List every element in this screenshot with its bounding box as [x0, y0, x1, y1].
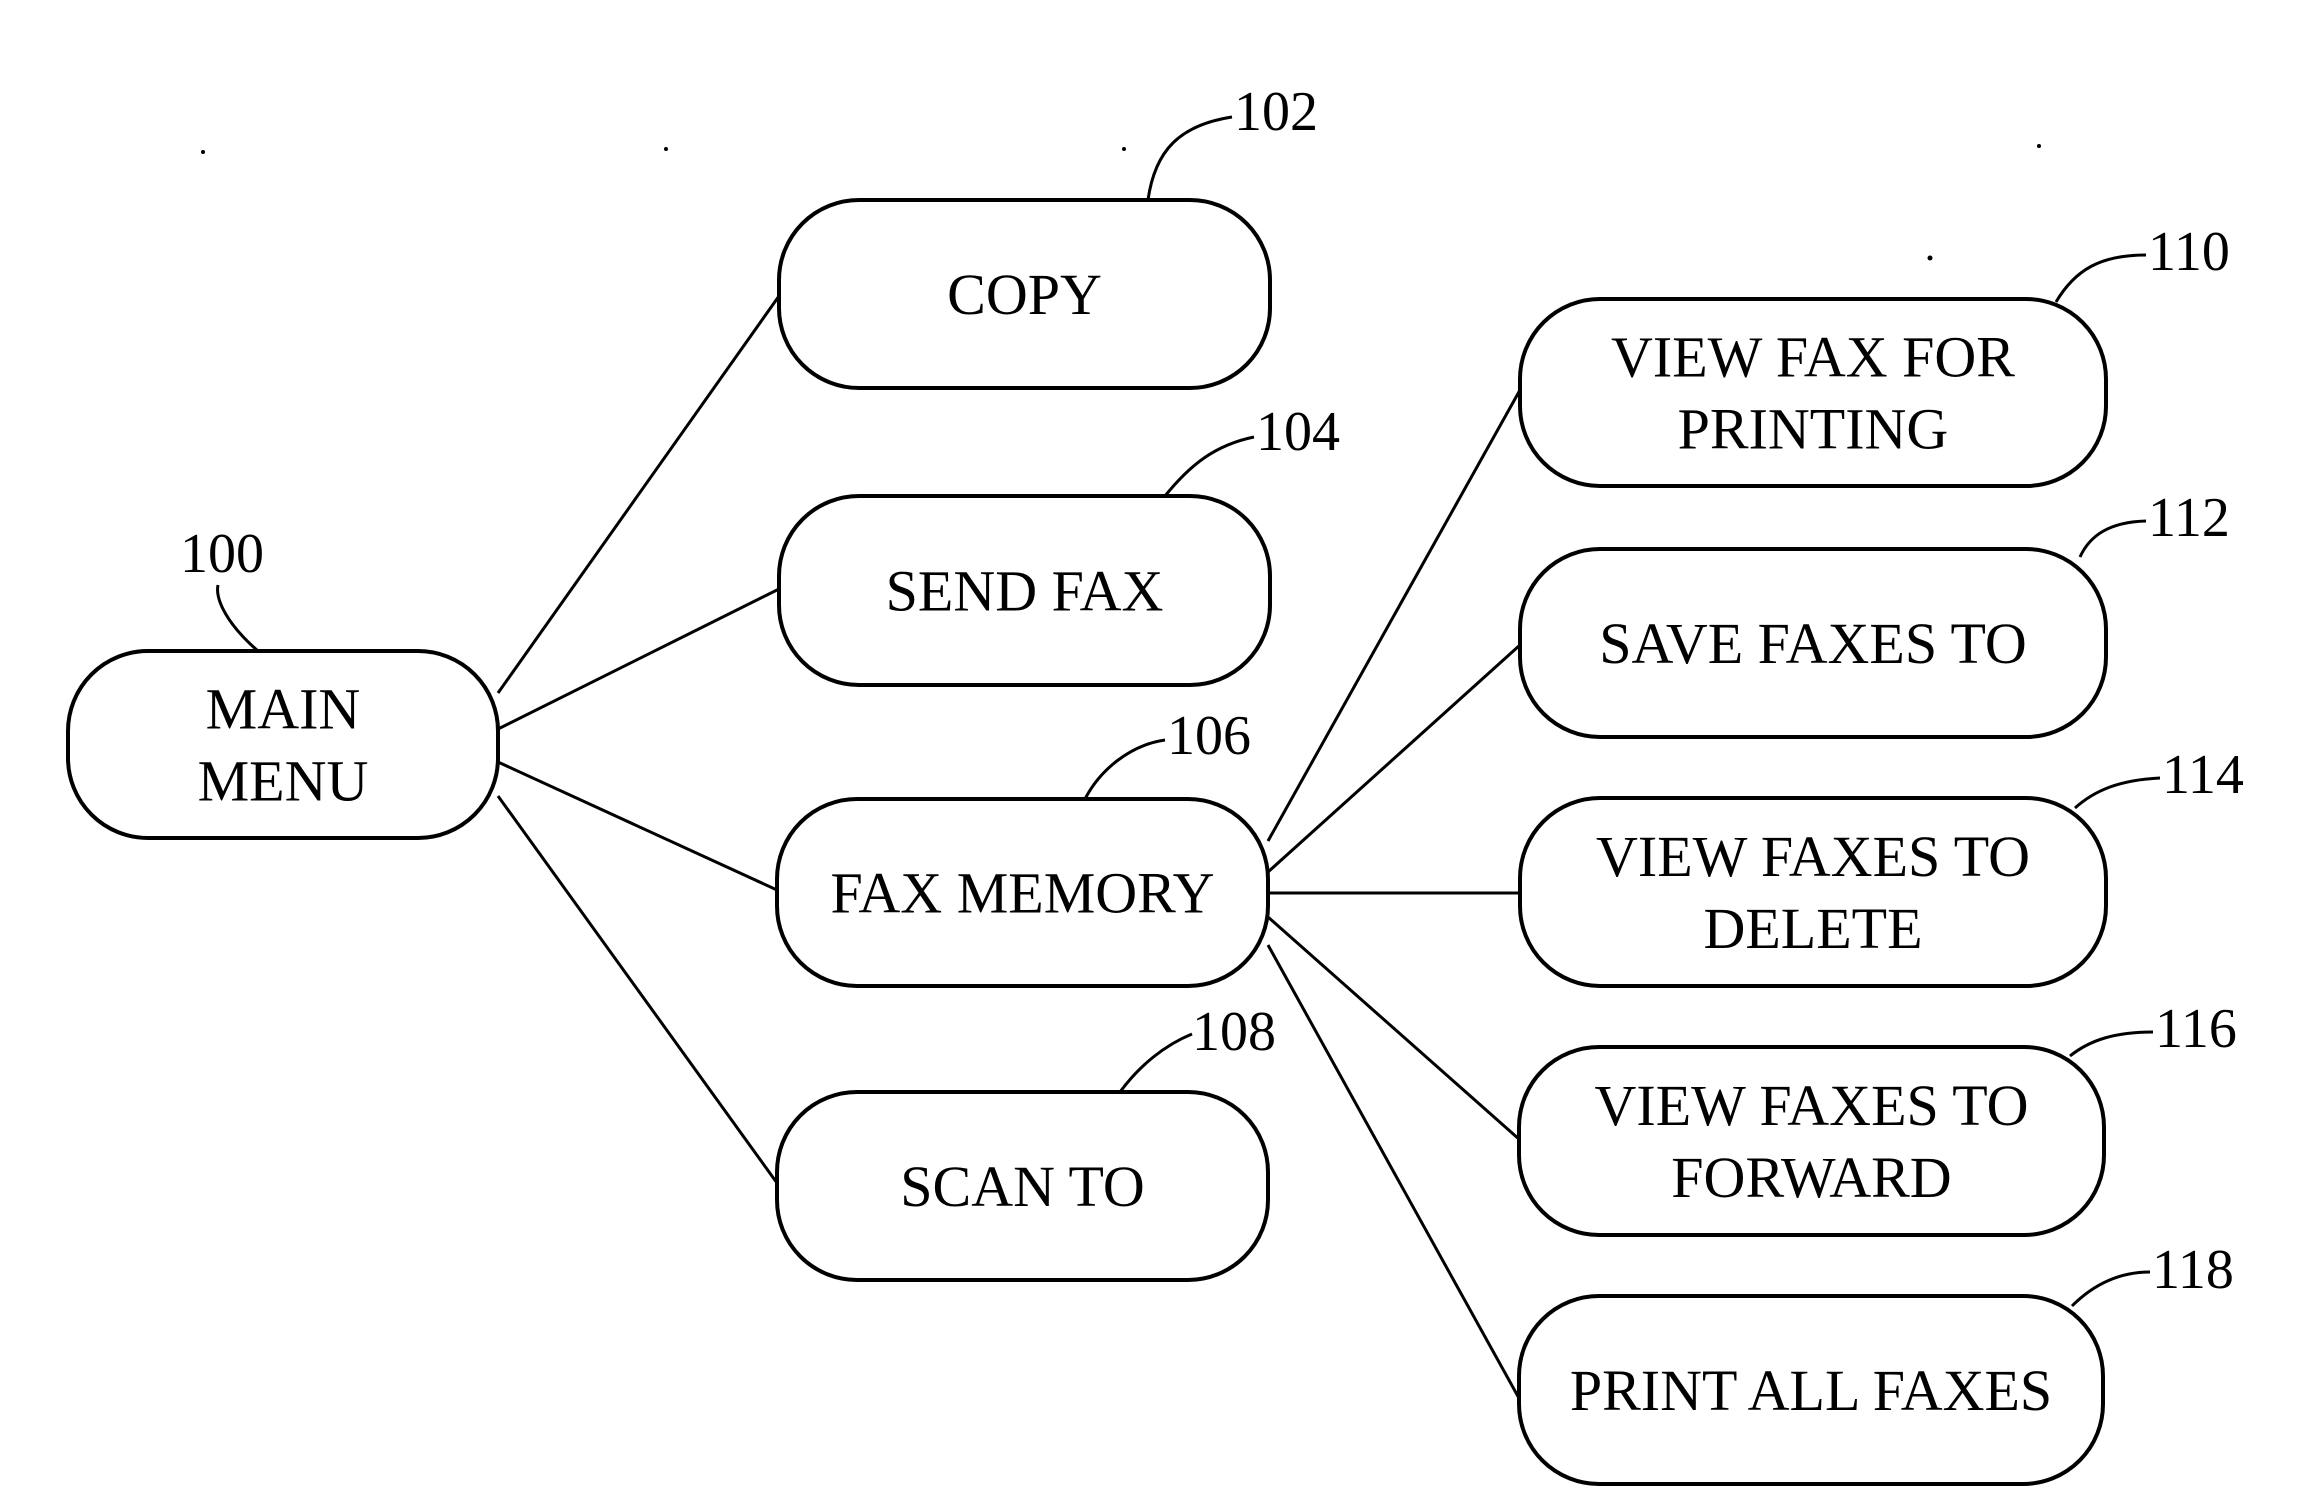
node-view-faxes-to-delete: VIEW FAXES TO DELETE: [1518, 796, 2108, 988]
scan-dot: [664, 147, 668, 151]
node-label-line: VIEW FAXES TO: [1595, 1073, 2029, 1138]
leader-line-106: [1083, 738, 1166, 800]
menu-hierarchy-diagram: 100 102 104 106 108 110 112 114 116 118 MAIN MENU C…: [66, 81, 2244, 1486]
leader-line-112: [2078, 519, 2147, 558]
node-label-line: VIEW FAX FOR: [1611, 325, 2015, 390]
connector-main-menu-to-send-fax: [497, 587, 780, 731]
node-label-line: MENU: [198, 749, 369, 814]
node-fax-memory: FAX MEMORY: [775, 797, 1270, 988]
node-send-fax: SEND FAX: [777, 494, 1272, 687]
reference-numeral: 102: [1234, 81, 1318, 143]
connector-fax-memory-to-print-all-faxes: [1266, 944, 1522, 1401]
reference-numeral: 106: [1167, 705, 1251, 767]
connector-fax-memory-to-view-faxes-to-forward: [1267, 915, 1521, 1142]
node-save-faxes-to: SAVE FAXES TO: [1518, 547, 2108, 739]
node-view-fax-for-printing: VIEW FAX FOR PRINTING: [1518, 297, 2108, 488]
node-label-line: MAIN: [206, 677, 361, 742]
scan-dot: [1927, 255, 1933, 261]
leader-line-102: [1146, 115, 1233, 201]
node-label-line: PRINT ALL FAXES: [1570, 1358, 2052, 1423]
node-label-line: VIEW FAXES TO: [1596, 824, 2030, 889]
scan-dot: [1122, 147, 1126, 151]
connector-main-menu-to-scan-to: [496, 795, 779, 1184]
leader-line-108: [1118, 1032, 1193, 1093]
node-print-all-faxes: PRINT ALL FAXES: [1517, 1294, 2105, 1486]
node-label-line: FORWARD: [1671, 1145, 1951, 1210]
connector-main-menu-to-copy: [496, 295, 781, 694]
leader-line-114: [2073, 776, 2161, 810]
node-label-line: COPY: [947, 262, 1102, 327]
leader-line-104: [1163, 435, 1255, 497]
reference-numeral: 108: [1192, 1001, 1276, 1063]
reference-numeral: 114: [2162, 744, 2244, 806]
reference-numeral: 112: [2148, 487, 2230, 549]
nodes: MAIN MENU COPY SEND FAX FAX MEMORY SCAN TO VIE…: [66, 198, 2108, 1486]
node-label-line: FAX MEMORY: [830, 861, 1214, 926]
leader-line-118: [2070, 1270, 2151, 1308]
node-label-line: SCAN TO: [900, 1154, 1144, 1219]
node-copy: COPY: [777, 198, 1272, 390]
reference-numeral: 118: [2152, 1239, 2234, 1301]
node-view-faxes-to-forward: VIEW FAXES TO FORWARD: [1517, 1045, 2106, 1237]
node-scan-to: SCAN TO: [775, 1090, 1270, 1282]
node-label-line: SEND FAX: [886, 559, 1164, 624]
scan-dot: [2037, 144, 2041, 148]
reference-numeral: 104: [1256, 401, 1340, 463]
leader-line-100: [216, 584, 259, 653]
node-label-line: SAVE FAXES TO: [1599, 611, 2027, 676]
node-label-line: PRINTING: [1678, 397, 1949, 462]
node-label-line: DELETE: [1703, 896, 1922, 961]
reference-numeral: 100: [180, 523, 264, 585]
connector-fax-memory-to-save-faxes-to: [1266, 643, 1522, 874]
node-main-menu: MAIN MENU: [66, 649, 500, 840]
leader-line-116: [2069, 1030, 2154, 1058]
reference-numeral: 116: [2155, 998, 2237, 1060]
scan-dot: [201, 150, 205, 154]
reference-numeral: 110: [2148, 221, 2230, 283]
connector-main-menu-to-fax-memory: [497, 760, 778, 892]
leader-line-110: [2054, 253, 2147, 303]
